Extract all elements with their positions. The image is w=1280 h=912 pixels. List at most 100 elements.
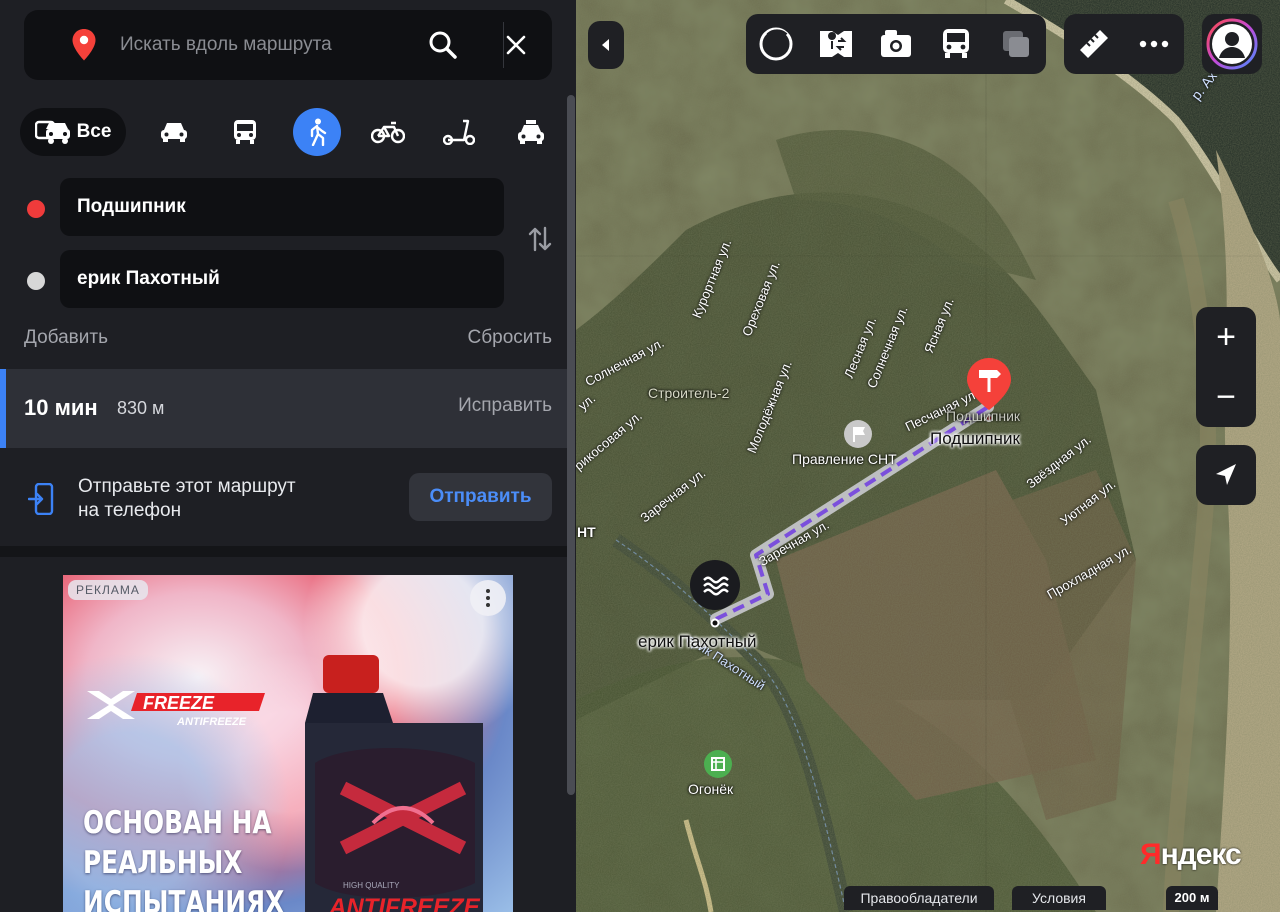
snt-cut-label: НТ bbox=[577, 524, 596, 540]
signpost-pin-icon bbox=[967, 358, 1011, 410]
yandex-logo-y: Я bbox=[1140, 838, 1162, 871]
bus-icon bbox=[234, 120, 256, 144]
add-point-button[interactable]: Добавить bbox=[24, 327, 108, 349]
rights-link[interactable]: Правообладатели bbox=[844, 886, 994, 910]
send-button[interactable]: Отправить bbox=[409, 473, 552, 521]
start-point-field[interactable]: Подшипник bbox=[60, 178, 504, 236]
pedestrian-icon bbox=[310, 118, 327, 146]
mode-tab-all-label: Все bbox=[76, 121, 112, 142]
route-share-icon bbox=[820, 31, 852, 57]
search-input[interactable]: Искать вдоль маршрута bbox=[120, 34, 332, 56]
photos-button[interactable] bbox=[866, 14, 926, 74]
zoom-in-button[interactable]: + bbox=[1196, 307, 1256, 367]
area-label: Строитель-2 bbox=[648, 385, 730, 401]
end-point-field[interactable]: ерик Пахотный bbox=[60, 250, 504, 308]
route-panel: Искать вдоль маршрута Все Подшипник ерик… bbox=[0, 0, 576, 912]
start-pin[interactable] bbox=[965, 356, 1013, 412]
more-button[interactable] bbox=[1124, 14, 1184, 74]
layers-icon bbox=[1003, 31, 1029, 57]
poi-ogonek-label: Огонёк bbox=[688, 781, 734, 797]
ad-slogan: ОСНОВАН НА РЕАЛЬНЫХ ИСПЫТАНИЯХ bbox=[83, 805, 285, 912]
camera-icon bbox=[881, 30, 911, 57]
transport-mode-tabs: Все bbox=[20, 108, 560, 156]
panorama-icon bbox=[759, 27, 793, 61]
locate-me-button[interactable] bbox=[1196, 445, 1256, 505]
search-separator bbox=[503, 22, 504, 68]
route-search-bar[interactable]: Искать вдоль маршрута bbox=[24, 10, 552, 80]
advertisement-banner[interactable]: РЕКЛАМА FREEZE ANTIFREEZE HIGH QUALITY A… bbox=[63, 575, 513, 912]
freeze-logo-sub: ANTIFREEZE bbox=[176, 716, 247, 728]
send-to-phone-text: Отправьте этот маршрут на телефон bbox=[78, 475, 296, 523]
map-view[interactable]: р. Ахтуба Строитель-2 Курортная ул. Орех… bbox=[576, 0, 1280, 912]
start-point-marker bbox=[27, 200, 45, 218]
mode-tab-car[interactable] bbox=[150, 108, 198, 156]
location-pin-icon bbox=[72, 29, 96, 61]
panorama-button[interactable] bbox=[746, 14, 806, 74]
antifreeze-bottle: HIGH QUALITY ANTIFREEZE bbox=[305, 655, 483, 912]
end-point-marker bbox=[27, 272, 45, 290]
fix-route-button[interactable]: Исправить bbox=[458, 395, 552, 417]
layers-button[interactable] bbox=[986, 14, 1046, 74]
all-transport-icon bbox=[34, 120, 70, 144]
ad-badge: РЕКЛАМА bbox=[68, 580, 148, 600]
mode-tab-scooter[interactable] bbox=[435, 108, 483, 156]
place-from-small-label: Подшипник bbox=[946, 408, 1021, 424]
yandex-logo: Яндекс bbox=[1140, 838, 1242, 872]
camp-icon bbox=[711, 757, 725, 771]
ad-menu-button[interactable] bbox=[470, 580, 506, 616]
freeze-logo: FREEZE ANTIFREEZE bbox=[87, 691, 265, 728]
bus-layer-icon bbox=[943, 29, 969, 58]
profile-button[interactable] bbox=[1202, 14, 1262, 74]
swap-points-icon[interactable] bbox=[527, 226, 553, 252]
taxi-icon bbox=[518, 120, 544, 144]
route-selected-indicator bbox=[0, 369, 6, 448]
bottle-small-text: HIGH QUALITY bbox=[343, 881, 400, 890]
ruler-button[interactable] bbox=[1064, 14, 1124, 74]
mode-tab-pedestrian[interactable] bbox=[293, 108, 341, 156]
route-option[interactable]: 10 мин 830 м Исправить bbox=[0, 369, 567, 448]
panel-scrollbar[interactable] bbox=[567, 95, 575, 795]
map-layers-toolbar bbox=[746, 14, 1046, 74]
zoom-out-button[interactable]: − bbox=[1196, 367, 1256, 427]
bottle-label: ANTIFREEZE bbox=[328, 894, 481, 912]
mode-tab-bus[interactable] bbox=[221, 108, 269, 156]
end-pin[interactable] bbox=[690, 560, 740, 610]
reset-route-button[interactable]: Сбросить bbox=[468, 327, 552, 349]
mode-tab-taxi[interactable] bbox=[507, 108, 555, 156]
satellite-imagery bbox=[576, 0, 1280, 912]
place-to-label: ерик Пахотный bbox=[638, 632, 757, 651]
traffic-button[interactable] bbox=[806, 14, 866, 74]
mode-tab-bicycle[interactable] bbox=[364, 108, 412, 156]
send-to-phone-line2: на телефон bbox=[78, 500, 182, 521]
zoom-controls: + − bbox=[1196, 307, 1256, 427]
locate-arrow-icon bbox=[1216, 464, 1236, 485]
close-icon[interactable] bbox=[506, 35, 526, 55]
send-to-phone-block: Отправьте этот маршрут на телефон Отправ… bbox=[0, 448, 567, 546]
scale-bar: 200 м bbox=[1166, 886, 1218, 910]
water-icon bbox=[703, 576, 729, 596]
route-distance: 830 м bbox=[117, 398, 165, 418]
more-dots-icon bbox=[1139, 40, 1169, 48]
route-duration: 10 мин bbox=[24, 395, 98, 420]
transit-button[interactable] bbox=[926, 14, 986, 74]
tools-toolbar bbox=[1064, 14, 1184, 74]
avatar-icon bbox=[1206, 18, 1258, 70]
poi-board-label: Правление СНТ bbox=[792, 451, 897, 467]
terms-link[interactable]: Условия bbox=[1012, 886, 1106, 910]
mode-tab-all[interactable]: Все bbox=[20, 108, 126, 156]
car-icon bbox=[161, 123, 187, 142]
panel-divider bbox=[0, 546, 567, 557]
flag-icon bbox=[853, 427, 865, 442]
collapse-panel-button[interactable] bbox=[588, 21, 624, 69]
ruler-icon bbox=[1080, 30, 1108, 58]
search-icon[interactable] bbox=[428, 30, 458, 60]
place-from-label: Подшипник bbox=[930, 429, 1020, 448]
scooter-icon bbox=[443, 119, 475, 145]
collapse-left-icon bbox=[602, 39, 609, 51]
bicycle-icon bbox=[371, 121, 405, 144]
send-to-phone-icon bbox=[28, 483, 54, 515]
poi-board-marker[interactable] bbox=[844, 420, 872, 448]
send-to-phone-line1: Отправьте этот маршрут bbox=[78, 476, 296, 497]
poi-ogonek-marker[interactable] bbox=[704, 750, 732, 778]
yandex-logo-rest: ндекс bbox=[1160, 838, 1242, 871]
